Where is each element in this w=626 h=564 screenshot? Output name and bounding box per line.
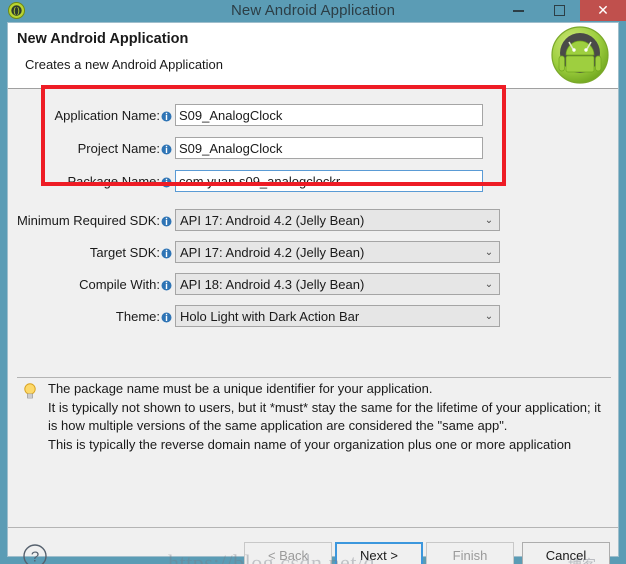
info-icon[interactable] bbox=[161, 177, 172, 188]
hint-line: is how multiple versions of the same app… bbox=[48, 418, 508, 433]
close-button[interactable]: ✕ bbox=[580, 0, 626, 21]
compile-with-value: API 18: Android 4.3 (Jelly Bean) bbox=[180, 276, 365, 292]
field-row-minimum-required-sdk: Minimum Required SDK: API 17: Android 4.… bbox=[8, 209, 500, 231]
field-row-application-name: Application Name: bbox=[8, 104, 483, 126]
info-icon[interactable] bbox=[161, 144, 172, 155]
wizard-header: New Android Application Creates a new An… bbox=[8, 23, 618, 89]
application-name-input[interactable] bbox=[175, 104, 483, 126]
hint-line: The package name must be a unique identi… bbox=[48, 381, 433, 396]
chevron-down-icon[interactable]: ⌄ bbox=[479, 247, 499, 258]
lightbulb-icon bbox=[24, 383, 36, 399]
window-controls: ✕ bbox=[498, 0, 626, 21]
hint-line: This is typically the reverse domain nam… bbox=[48, 436, 572, 452]
info-icon[interactable] bbox=[161, 111, 172, 122]
info-icon[interactable] bbox=[161, 248, 172, 259]
info-icon[interactable] bbox=[161, 280, 172, 291]
label-minimum-required-sdk: Minimum Required SDK: bbox=[16, 212, 160, 228]
project-name-input[interactable] bbox=[175, 137, 483, 159]
label-project-name: Project Name: bbox=[77, 140, 160, 156]
field-row-target-sdk: Target SDK: API 17: Android 4.2 (Jelly B… bbox=[8, 241, 500, 263]
label-package-name: Package Name: bbox=[67, 173, 161, 189]
wizard-form: Application Name: Project Name: Pa bbox=[8, 89, 618, 361]
target-sdk-value: API 17: Android 4.2 (Jelly Bean) bbox=[180, 244, 365, 260]
minimize-button[interactable] bbox=[498, 0, 539, 21]
wizard-dialog: New Android Application Creates a new An… bbox=[7, 22, 619, 564]
package-name-input[interactable] bbox=[175, 170, 483, 192]
label-target-sdk: Target SDK: bbox=[89, 244, 160, 260]
info-icon[interactable] bbox=[161, 216, 172, 227]
minimum-required-sdk-value: API 17: Android 4.2 (Jelly Bean) bbox=[180, 212, 365, 228]
field-row-theme: Theme: Holo Light with Dark Action Bar ⌄ bbox=[8, 305, 500, 327]
help-question-icon[interactable]: ? bbox=[22, 543, 48, 564]
cancel-button[interactable]: Cancel bbox=[522, 542, 610, 564]
theme-select[interactable]: Holo Light with Dark Action Bar ⌄ bbox=[175, 305, 500, 327]
field-row-project-name: Project Name: bbox=[8, 137, 483, 159]
application-window: () New Android Application ✕ New Android… bbox=[0, 0, 626, 564]
chevron-down-icon[interactable]: ⌄ bbox=[479, 215, 499, 226]
target-sdk-select[interactable]: API 17: Android 4.2 (Jelly Bean) ⌄ bbox=[175, 241, 500, 263]
android-robot-logo bbox=[551, 26, 609, 84]
footer-divider bbox=[8, 527, 618, 528]
window-titlebar[interactable]: () New Android Application ✕ bbox=[0, 0, 626, 22]
back-button[interactable]: < Back bbox=[244, 542, 332, 564]
svg-text:?: ? bbox=[31, 549, 39, 564]
chevron-down-icon[interactable]: ⌄ bbox=[479, 311, 499, 322]
hint-divider bbox=[17, 377, 611, 378]
footer-buttons: < Back Next > Finish Cancel bbox=[244, 542, 610, 564]
minimum-required-sdk-select[interactable]: API 17: Android 4.2 (Jelly Bean) ⌄ bbox=[175, 209, 500, 231]
info-icon[interactable] bbox=[161, 312, 172, 323]
chevron-down-icon[interactable]: ⌄ bbox=[479, 279, 499, 290]
next-button[interactable]: Next > bbox=[335, 542, 423, 564]
hint-text: The package name must be a unique identi… bbox=[48, 380, 601, 454]
theme-value: Holo Light with Dark Action Bar bbox=[180, 308, 360, 324]
label-theme: Theme: bbox=[115, 308, 160, 324]
hint-panel: The package name must be a unique identi… bbox=[22, 380, 617, 454]
field-row-compile-with: Compile With: API 18: Android 4.3 (Jelly… bbox=[8, 273, 500, 295]
wizard-header-subtitle: Creates a new Android Application bbox=[25, 57, 224, 72]
hint-line: It is typically not shown to users, but … bbox=[48, 399, 601, 415]
compile-with-select[interactable]: API 18: Android 4.3 (Jelly Bean) ⌄ bbox=[175, 273, 500, 295]
label-compile-with: Compile With: bbox=[79, 276, 160, 292]
field-row-package-name: Package Name: bbox=[8, 170, 483, 192]
maximize-button[interactable] bbox=[539, 0, 580, 21]
label-application-name: Application Name: bbox=[54, 107, 161, 123]
wizard-header-title: New Android Application bbox=[17, 31, 189, 47]
finish-button[interactable]: Finish bbox=[426, 542, 514, 564]
